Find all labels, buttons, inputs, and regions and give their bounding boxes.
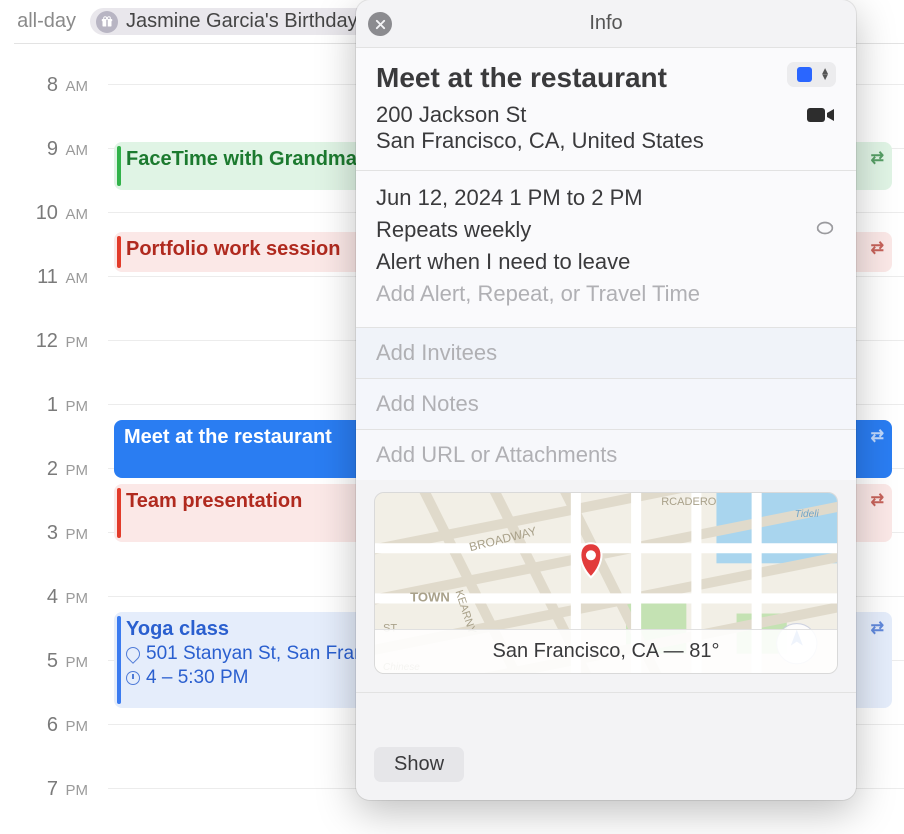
svg-text:Tideli: Tideli bbox=[795, 509, 820, 520]
show-button[interactable]: Show bbox=[374, 747, 464, 782]
svg-text:RCADERO: RCADERO bbox=[661, 496, 717, 508]
repeat-icon: ⇄ bbox=[871, 618, 884, 638]
clock-icon bbox=[126, 671, 140, 685]
popover-footer: Show bbox=[356, 737, 856, 800]
popover-title: Info bbox=[589, 12, 622, 35]
event-title-field[interactable]: Meet at the restaurant bbox=[376, 62, 667, 94]
event-info-popover: Info Meet at the restaurant ▲▼ 200 Jacks… bbox=[356, 0, 856, 800]
add-notes-field[interactable]: Add Notes bbox=[356, 378, 856, 429]
add-url-attachments-field[interactable]: Add URL or Attachments bbox=[356, 429, 856, 480]
repeat-icon: ⇄ bbox=[871, 238, 884, 258]
svg-text:TOWN: TOWN bbox=[410, 589, 450, 604]
event-alert-field[interactable]: Alert when I need to leave bbox=[376, 249, 836, 275]
location-map[interactable]: BROADWAY TOWN ST KEARNY RCADERO Tideli C… bbox=[374, 492, 838, 674]
video-call-button[interactable] bbox=[806, 104, 836, 126]
repeat-icon bbox=[814, 217, 836, 243]
event-location-field[interactable]: 200 Jackson St San Francisco, CA, United… bbox=[376, 102, 704, 154]
time-section: Jun 12, 2024 1 PM to 2 PM Repeats weekly… bbox=[356, 170, 856, 327]
event-datetime-field[interactable]: Jun 12, 2024 1 PM to 2 PM bbox=[376, 185, 836, 211]
repeat-icon: ⇄ bbox=[871, 148, 884, 168]
event-repeat-field[interactable]: Repeats weekly bbox=[376, 217, 836, 243]
repeat-icon: ⇄ bbox=[871, 490, 884, 510]
event-time: 4 – 5:30 PM bbox=[146, 667, 248, 689]
map-weather-footer: San Francisco, CA — 81° bbox=[375, 629, 837, 673]
close-button[interactable] bbox=[368, 12, 392, 36]
calendar-picker[interactable]: ▲▼ bbox=[787, 62, 836, 87]
add-alert-repeat-travel-field[interactable]: Add Alert, Repeat, or Travel Time bbox=[376, 281, 836, 307]
chevron-updown-icon: ▲▼ bbox=[820, 69, 830, 81]
popover-header: Info bbox=[356, 0, 856, 48]
allday-event[interactable]: Jasmine Garcia's Birthday bbox=[90, 8, 372, 35]
gift-icon bbox=[96, 11, 118, 33]
repeat-icon: ⇄ bbox=[871, 426, 884, 446]
calendar-swatch-icon bbox=[797, 67, 812, 82]
title-location-section: Meet at the restaurant ▲▼ 200 Jackson St… bbox=[356, 48, 856, 170]
add-invitees-field[interactable]: Add Invitees bbox=[356, 327, 856, 378]
allday-event-title: Jasmine Garcia's Birthday bbox=[126, 10, 358, 33]
location-pin-icon bbox=[123, 644, 143, 664]
allday-label: all-day bbox=[14, 10, 90, 33]
